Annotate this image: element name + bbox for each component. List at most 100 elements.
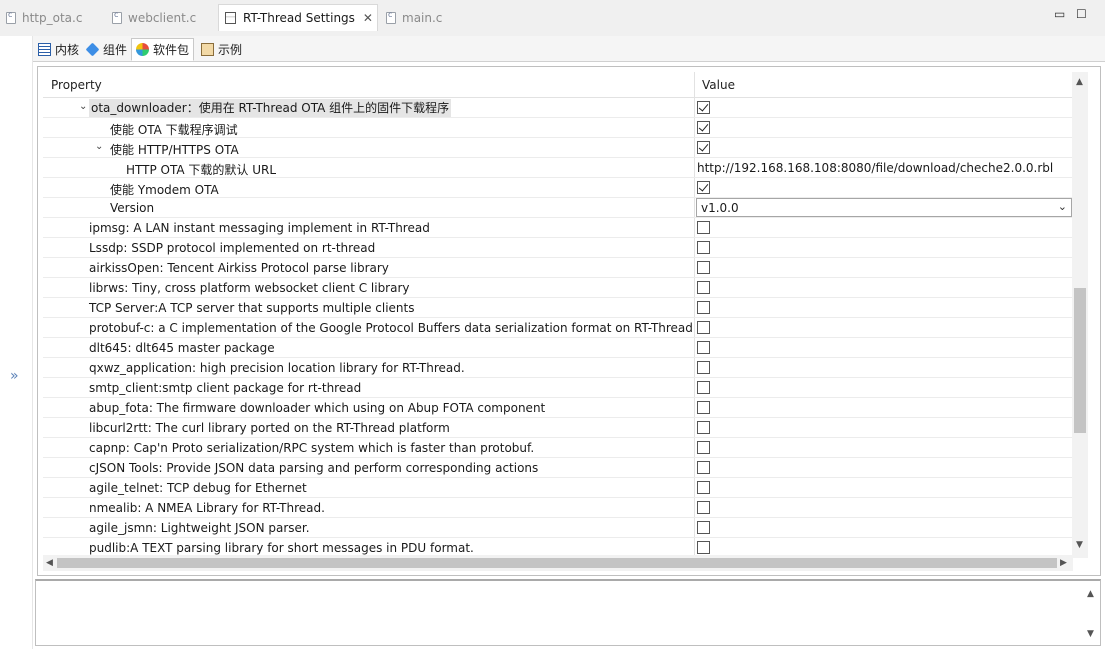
value-checkbox[interactable] bbox=[697, 241, 710, 254]
property-column-header[interactable]: Property bbox=[51, 78, 102, 92]
scroll-left-icon[interactable]: ◀ bbox=[46, 558, 53, 568]
left-gutter: » bbox=[0, 36, 33, 649]
table-row[interactable]: abup_fota: The firmware downloader which… bbox=[43, 398, 1073, 418]
table-row[interactable]: airkissOpen: Tencent Airkiss Protocol pa… bbox=[43, 258, 1073, 278]
value-checkbox[interactable] bbox=[697, 221, 710, 234]
table-row[interactable]: ⌄ ota_downloader：使用在 RT-Thread OTA 组件上的固件… bbox=[43, 98, 1073, 118]
value-checkbox[interactable] bbox=[697, 361, 710, 374]
property-label: Lssdp: SSDP protocol implemented on rt-t… bbox=[89, 241, 376, 255]
table-row[interactable]: librws: Tiny, cross platform websocket c… bbox=[43, 278, 1073, 298]
tab-packages[interactable]: 软件包 bbox=[131, 38, 195, 61]
property-label: smtp_client:smtp client package for rt-t… bbox=[89, 381, 362, 395]
tab-label: http_ota.c bbox=[22, 11, 83, 25]
value-checkbox[interactable] bbox=[697, 541, 710, 554]
property-label: HTTP OTA 下载的默认 URL bbox=[126, 163, 277, 177]
property-label: 使能 HTTP/HTTPS OTA bbox=[110, 143, 239, 157]
property-label: 使能 OTA 下载程序调试 bbox=[110, 123, 238, 137]
c-file-icon bbox=[112, 10, 122, 24]
property-label: pudlib:A TEXT parsing library for short … bbox=[89, 541, 474, 555]
value-checkbox[interactable] bbox=[697, 101, 710, 114]
table-row[interactable]: 使能 Ymodem OTA bbox=[43, 178, 1073, 198]
table-row[interactable]: capnp: Cap'n Proto serialization/RPC sys… bbox=[43, 438, 1073, 458]
version-select[interactable]: v1.0.0 ⌄ bbox=[696, 198, 1072, 217]
maximize-icon[interactable]: ☐ bbox=[1076, 7, 1087, 21]
value-checkbox[interactable] bbox=[697, 501, 710, 514]
editor-tab-bar: http_ota.c webclient.c RT-Thread Setting… bbox=[0, 0, 1105, 36]
value-checkbox[interactable] bbox=[697, 421, 710, 434]
vertical-scrollbar[interactable]: ▲ ▼ bbox=[1072, 72, 1088, 558]
value-checkbox[interactable] bbox=[697, 461, 710, 474]
property-label: 使能 Ymodem OTA bbox=[110, 183, 219, 197]
table-row[interactable]: nmealib: A NMEA Library for RT-Thread. bbox=[43, 498, 1073, 518]
scroll-down-icon[interactable]: ▼ bbox=[1087, 629, 1094, 639]
settings-tab-bar: 内核 组件 软件包 示例 bbox=[33, 36, 1105, 62]
tab-label: 内核 bbox=[55, 43, 80, 57]
c-file-icon bbox=[386, 10, 396, 24]
chevron-down-icon[interactable]: ⌄ bbox=[79, 101, 87, 112]
scroll-right-icon[interactable]: ▶ bbox=[1060, 558, 1067, 568]
chevron-down-icon[interactable]: ⌄ bbox=[95, 141, 103, 152]
value-checkbox[interactable] bbox=[697, 141, 710, 154]
table-row[interactable]: TCP Server:A TCP server that supports mu… bbox=[43, 298, 1073, 318]
table-row[interactable]: agile_telnet: TCP debug for Ethernet bbox=[43, 478, 1073, 498]
table-row[interactable]: dlt645: dlt645 master package bbox=[43, 338, 1073, 358]
tab-examples[interactable]: 示例 bbox=[197, 38, 246, 61]
horizontal-scrollbar[interactable]: ◀ ▶ bbox=[43, 555, 1073, 571]
table-header: Property Value bbox=[43, 72, 1073, 98]
table-row[interactable]: smtp_client:smtp client package for rt-t… bbox=[43, 378, 1073, 398]
table-row[interactable]: ipmsg: A LAN instant messaging implement… bbox=[43, 218, 1073, 238]
value-checkbox[interactable] bbox=[697, 401, 710, 414]
table-row[interactable]: Version v1.0.0 ⌄ bbox=[43, 198, 1073, 218]
value-checkbox[interactable] bbox=[697, 281, 710, 294]
property-label: ota_downloader：使用在 RT-Thread OTA 组件上的固件下… bbox=[89, 99, 452, 117]
url-value[interactable]: http://192.168.168.108:8080/file/downloa… bbox=[697, 161, 1053, 175]
tab-label: 软件包 bbox=[153, 43, 190, 57]
property-label: cJSON Tools: Provide JSON data parsing a… bbox=[89, 461, 539, 475]
property-label: qxwz_application: high precision locatio… bbox=[89, 361, 465, 375]
table-row[interactable]: ⌄ 使能 HTTP/HTTPS OTA bbox=[43, 138, 1073, 158]
value-checkbox[interactable] bbox=[697, 181, 710, 194]
close-icon[interactable]: ✕ bbox=[363, 11, 373, 25]
value-checkbox[interactable] bbox=[697, 261, 710, 274]
minimize-icon[interactable]: ▭ bbox=[1054, 7, 1065, 21]
tab-rt-thread-settings[interactable]: RT-Thread Settings ✕ bbox=[218, 4, 378, 31]
vertical-scroll-thumb[interactable] bbox=[1074, 288, 1086, 433]
value-checkbox[interactable] bbox=[697, 341, 710, 354]
property-label: libcurl2rtt: The curl library ported on … bbox=[89, 421, 450, 435]
tab-kernel[interactable]: 内核 bbox=[34, 38, 83, 61]
property-label: Version bbox=[110, 201, 155, 215]
table-row[interactable]: 使能 OTA 下载程序调试 bbox=[43, 118, 1073, 138]
value-checkbox[interactable] bbox=[697, 481, 710, 494]
table-row[interactable]: qxwz_application: high precision locatio… bbox=[43, 358, 1073, 378]
horizontal-scroll-thumb[interactable] bbox=[57, 558, 1057, 568]
table-row[interactable]: protobuf-c: a C implementation of the Go… bbox=[43, 318, 1073, 338]
value-column-header[interactable]: Value bbox=[702, 78, 735, 92]
property-table: Property Value ⌄ ota_downloader：使用在 RT-Th… bbox=[37, 66, 1101, 576]
chevron-down-icon[interactable]: ⌄ bbox=[1058, 200, 1067, 213]
expand-panel-icon[interactable]: » bbox=[10, 368, 19, 384]
tab-components[interactable]: 组件 bbox=[82, 38, 131, 61]
value-checkbox[interactable] bbox=[697, 521, 710, 534]
description-scrollbar[interactable]: ▲ ▼ bbox=[1084, 583, 1098, 643]
tab-main-c[interactable]: main.c bbox=[386, 6, 442, 30]
table-row[interactable]: libcurl2rtt: The curl library ported on … bbox=[43, 418, 1073, 438]
property-label: librws: Tiny, cross platform websocket c… bbox=[89, 281, 410, 295]
table-row[interactable]: HTTP OTA 下载的默认 URL http://192.168.168.108… bbox=[43, 158, 1073, 178]
table-row[interactable]: Lssdp: SSDP protocol implemented on rt-t… bbox=[43, 238, 1073, 258]
tab-label: 示例 bbox=[218, 43, 243, 57]
package-icon bbox=[136, 43, 149, 56]
value-checkbox[interactable] bbox=[697, 301, 710, 314]
tab-http-ota[interactable]: http_ota.c bbox=[6, 6, 82, 30]
scroll-down-icon[interactable]: ▼ bbox=[1076, 540, 1083, 550]
tab-webclient[interactable]: webclient.c bbox=[112, 6, 196, 30]
table-row[interactable]: agile_jsmn: Lightweight JSON parser. bbox=[43, 518, 1073, 538]
scroll-up-icon[interactable]: ▲ bbox=[1076, 77, 1083, 87]
scroll-up-icon[interactable]: ▲ bbox=[1087, 589, 1094, 599]
value-checkbox[interactable] bbox=[697, 441, 710, 454]
component-icon bbox=[85, 42, 100, 57]
value-checkbox[interactable] bbox=[697, 121, 710, 134]
table-row[interactable]: cJSON Tools: Provide JSON data parsing a… bbox=[43, 458, 1073, 478]
value-checkbox[interactable] bbox=[697, 321, 710, 334]
description-panel: ▲ ▼ bbox=[35, 579, 1101, 646]
value-checkbox[interactable] bbox=[697, 381, 710, 394]
